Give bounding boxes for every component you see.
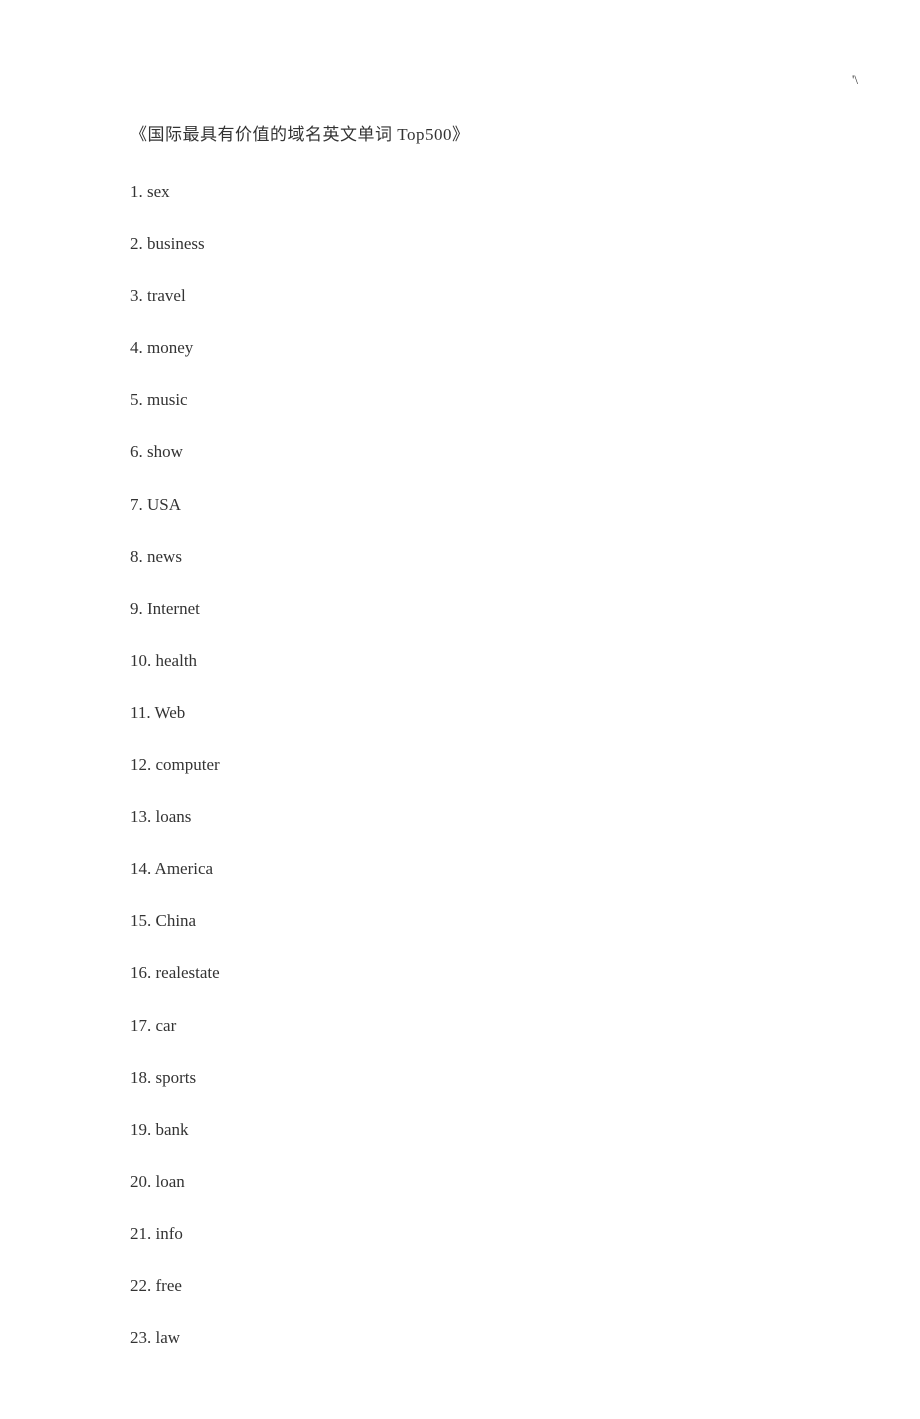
list-item: 14. America bbox=[130, 858, 790, 880]
list-item: 9. Internet bbox=[130, 598, 790, 620]
list-item: 17. car bbox=[130, 1015, 790, 1037]
list-item: 15. China bbox=[130, 910, 790, 932]
list-item: 22. free bbox=[130, 1275, 790, 1297]
list-item: 18. sports bbox=[130, 1067, 790, 1089]
list-item: 12. computer bbox=[130, 754, 790, 776]
list-item: 10. health bbox=[130, 650, 790, 672]
list-item: 6. show bbox=[130, 441, 790, 463]
list-item: 1. sex bbox=[130, 181, 790, 203]
list-item: 8. news bbox=[130, 546, 790, 568]
list-item: 5. music bbox=[130, 389, 790, 411]
document-content: 《国际最具有价值的域名英文单词 Top500》 1. sex 2. busine… bbox=[0, 0, 920, 1419]
document-title: 《国际最具有价值的域名英文单词 Top500》 bbox=[130, 120, 790, 145]
page-mark: '\ bbox=[852, 72, 858, 88]
list-item: 4. money bbox=[130, 337, 790, 359]
list-item: 16. realestate bbox=[130, 962, 790, 984]
list-item: 20. loan bbox=[130, 1171, 790, 1193]
list-item: 21. info bbox=[130, 1223, 790, 1245]
list-wrapper: 1. sex 2. business 3. travel 4. money 5.… bbox=[130, 181, 790, 1379]
list-item: 7. USA bbox=[130, 494, 790, 516]
list-item: 23. law bbox=[130, 1327, 790, 1349]
list-item: 2. business bbox=[130, 233, 790, 255]
list-item: 19. bank bbox=[130, 1119, 790, 1141]
list-item: 13. loans bbox=[130, 806, 790, 828]
list-item: 3. travel bbox=[130, 285, 790, 307]
list-item: 11. Web bbox=[130, 702, 790, 724]
